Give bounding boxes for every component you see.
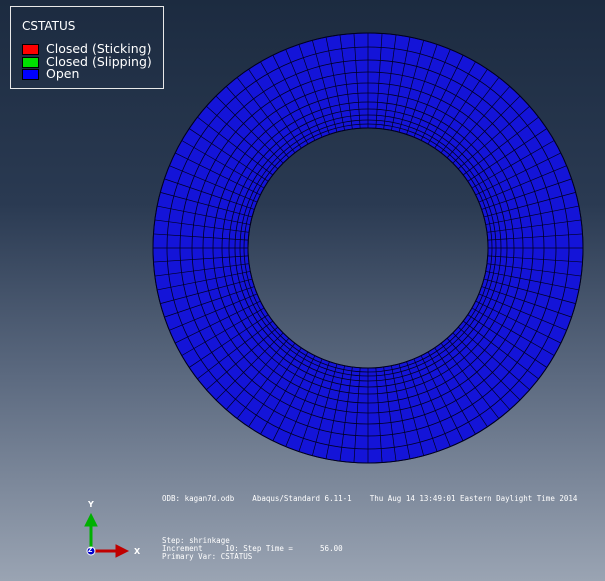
y-axis-label: Y (88, 500, 94, 509)
legend-swatch-green (22, 56, 39, 68)
legend-swatch-red (22, 43, 39, 55)
x-axis-label: X (134, 547, 141, 556)
cstatus-legend: CSTATUS Closed (Sticking) Closed (Slippi… (10, 6, 164, 89)
legend-label: Open (46, 66, 80, 81)
legend-item-open: Open (22, 66, 80, 81)
mesh-ring (247, 127, 489, 369)
legend-title: CSTATUS (22, 19, 76, 33)
x-arrow-head (115, 544, 130, 558)
ring-mesh (152, 32, 584, 464)
primary-var-info-line: Primary Var: CSTATUS (162, 552, 253, 561)
legend-item-closed-slipping: Closed (Slipping) (22, 55, 152, 68)
odb-info-line: ODB: kagan7d.odb Abaqus/Standard 6.11-1 … (162, 494, 578, 503)
axis-triad (84, 512, 130, 558)
z-axis-label: Z (88, 547, 93, 554)
y-arrow-head (84, 512, 98, 527)
legend-swatch-blue (22, 68, 39, 80)
